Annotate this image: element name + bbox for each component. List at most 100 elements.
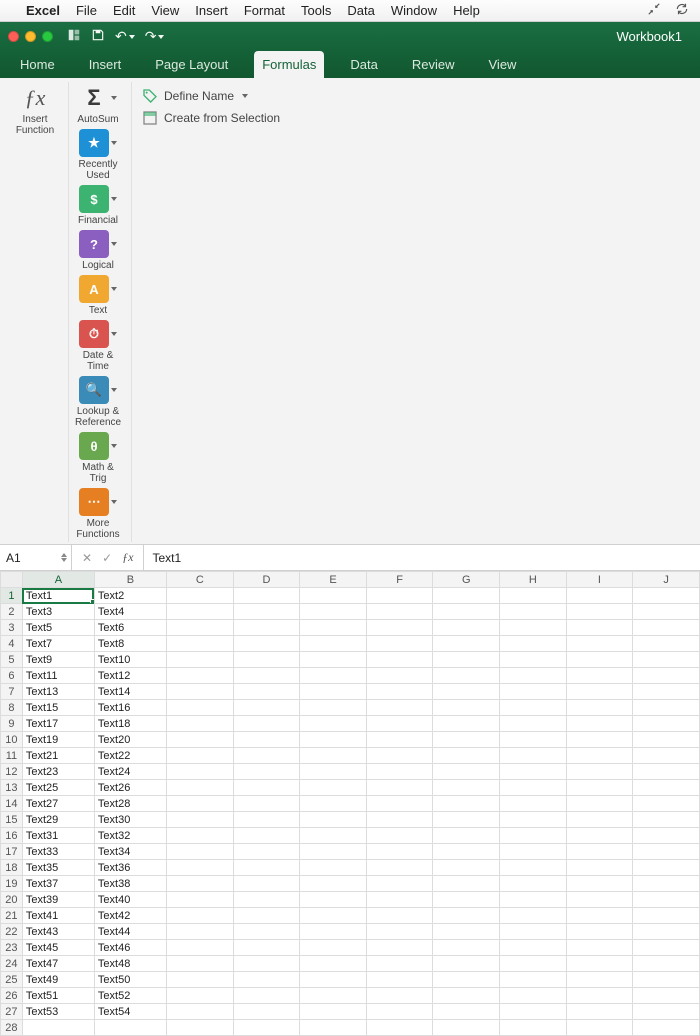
col-header-E[interactable]: E — [300, 572, 367, 588]
cell-H6[interactable] — [500, 668, 567, 684]
cell-I4[interactable] — [566, 636, 633, 652]
cell-E23[interactable] — [300, 940, 367, 956]
cell-A23[interactable]: Text45 — [22, 940, 94, 956]
cell-A12[interactable]: Text23 — [22, 764, 94, 780]
cell-H26[interactable] — [500, 988, 567, 1004]
cell-H7[interactable] — [500, 684, 567, 700]
cell-D26[interactable] — [233, 988, 300, 1004]
cell-A17[interactable]: Text33 — [22, 844, 94, 860]
cell-F15[interactable] — [366, 812, 433, 828]
cell-G12[interactable] — [433, 764, 500, 780]
cell-J6[interactable] — [633, 668, 700, 684]
cell-A24[interactable]: Text47 — [22, 956, 94, 972]
cell-B23[interactable]: Text46 — [94, 940, 166, 956]
cell-E18[interactable] — [300, 860, 367, 876]
row-header-28[interactable]: 28 — [1, 1020, 23, 1036]
cell-B9[interactable]: Text18 — [94, 716, 166, 732]
select-all-corner[interactable] — [1, 572, 23, 588]
ribbon-tab-home[interactable]: Home — [12, 51, 63, 78]
cell-F16[interactable] — [366, 828, 433, 844]
text-button[interactable]: AText — [75, 275, 121, 316]
cell-C17[interactable] — [167, 844, 234, 860]
cell-B27[interactable]: Text54 — [94, 1004, 166, 1020]
cell-B8[interactable]: Text16 — [94, 700, 166, 716]
ribbon-tab-data[interactable]: Data — [342, 51, 385, 78]
cell-D21[interactable] — [233, 908, 300, 924]
cell-B5[interactable]: Text10 — [94, 652, 166, 668]
col-header-H[interactable]: H — [500, 572, 567, 588]
cell-I12[interactable] — [566, 764, 633, 780]
cell-A18[interactable]: Text35 — [22, 860, 94, 876]
cell-G1[interactable] — [433, 588, 500, 604]
cell-D18[interactable] — [233, 860, 300, 876]
cell-A1[interactable]: Text1 — [22, 588, 94, 604]
cell-E3[interactable] — [300, 620, 367, 636]
col-header-F[interactable]: F — [366, 572, 433, 588]
cell-D10[interactable] — [233, 732, 300, 748]
cell-E17[interactable] — [300, 844, 367, 860]
autosum-button[interactable]: ΣAutoSum — [75, 84, 121, 125]
cell-H11[interactable] — [500, 748, 567, 764]
cell-C9[interactable] — [167, 716, 234, 732]
cell-I9[interactable] — [566, 716, 633, 732]
cell-E19[interactable] — [300, 876, 367, 892]
cell-B22[interactable]: Text44 — [94, 924, 166, 940]
cell-G9[interactable] — [433, 716, 500, 732]
cell-B17[interactable]: Text34 — [94, 844, 166, 860]
row-header-4[interactable]: 4 — [1, 636, 23, 652]
cell-C14[interactable] — [167, 796, 234, 812]
logical-button[interactable]: ?Logical — [75, 230, 121, 271]
cell-I2[interactable] — [566, 604, 633, 620]
cell-I22[interactable] — [566, 924, 633, 940]
cell-D1[interactable] — [233, 588, 300, 604]
cell-I10[interactable] — [566, 732, 633, 748]
cell-A19[interactable]: Text37 — [22, 876, 94, 892]
recent-button[interactable]: ★Recently Used — [75, 129, 121, 181]
window-close-button[interactable] — [8, 31, 19, 42]
cell-C23[interactable] — [167, 940, 234, 956]
cell-I5[interactable] — [566, 652, 633, 668]
cell-J10[interactable] — [633, 732, 700, 748]
cell-H5[interactable] — [500, 652, 567, 668]
cell-J1[interactable] — [633, 588, 700, 604]
cell-H24[interactable] — [500, 956, 567, 972]
cell-I25[interactable] — [566, 972, 633, 988]
cell-J9[interactable] — [633, 716, 700, 732]
row-header-2[interactable]: 2 — [1, 604, 23, 620]
sync-icon[interactable] — [674, 2, 690, 19]
cell-G14[interactable] — [433, 796, 500, 812]
cell-B26[interactable]: Text52 — [94, 988, 166, 1004]
cell-D9[interactable] — [233, 716, 300, 732]
cell-E24[interactable] — [300, 956, 367, 972]
cell-I11[interactable] — [566, 748, 633, 764]
cell-G17[interactable] — [433, 844, 500, 860]
mac-menu-window[interactable]: Window — [391, 3, 437, 18]
ribbon-tab-page-layout[interactable]: Page Layout — [147, 51, 236, 78]
cell-A25[interactable]: Text49 — [22, 972, 94, 988]
row-header-25[interactable]: 25 — [1, 972, 23, 988]
cell-B28[interactable] — [94, 1020, 166, 1036]
window-minimize-button[interactable] — [25, 31, 36, 42]
cell-C4[interactable] — [167, 636, 234, 652]
cell-I7[interactable] — [566, 684, 633, 700]
cell-E27[interactable] — [300, 1004, 367, 1020]
cell-B11[interactable]: Text22 — [94, 748, 166, 764]
cell-C26[interactable] — [167, 988, 234, 1004]
cell-A27[interactable]: Text53 — [22, 1004, 94, 1020]
lookup-button[interactable]: 🔍Lookup & Reference — [75, 376, 121, 428]
cell-D6[interactable] — [233, 668, 300, 684]
cell-J28[interactable] — [633, 1020, 700, 1036]
row-header-3[interactable]: 3 — [1, 620, 23, 636]
cell-C11[interactable] — [167, 748, 234, 764]
cell-H1[interactable] — [500, 588, 567, 604]
cell-B16[interactable]: Text32 — [94, 828, 166, 844]
cell-C25[interactable] — [167, 972, 234, 988]
cell-G22[interactable] — [433, 924, 500, 940]
row-header-19[interactable]: 19 — [1, 876, 23, 892]
cell-I20[interactable] — [566, 892, 633, 908]
cell-F17[interactable] — [366, 844, 433, 860]
cell-E16[interactable] — [300, 828, 367, 844]
cell-F14[interactable] — [366, 796, 433, 812]
cell-G4[interactable] — [433, 636, 500, 652]
cell-J21[interactable] — [633, 908, 700, 924]
